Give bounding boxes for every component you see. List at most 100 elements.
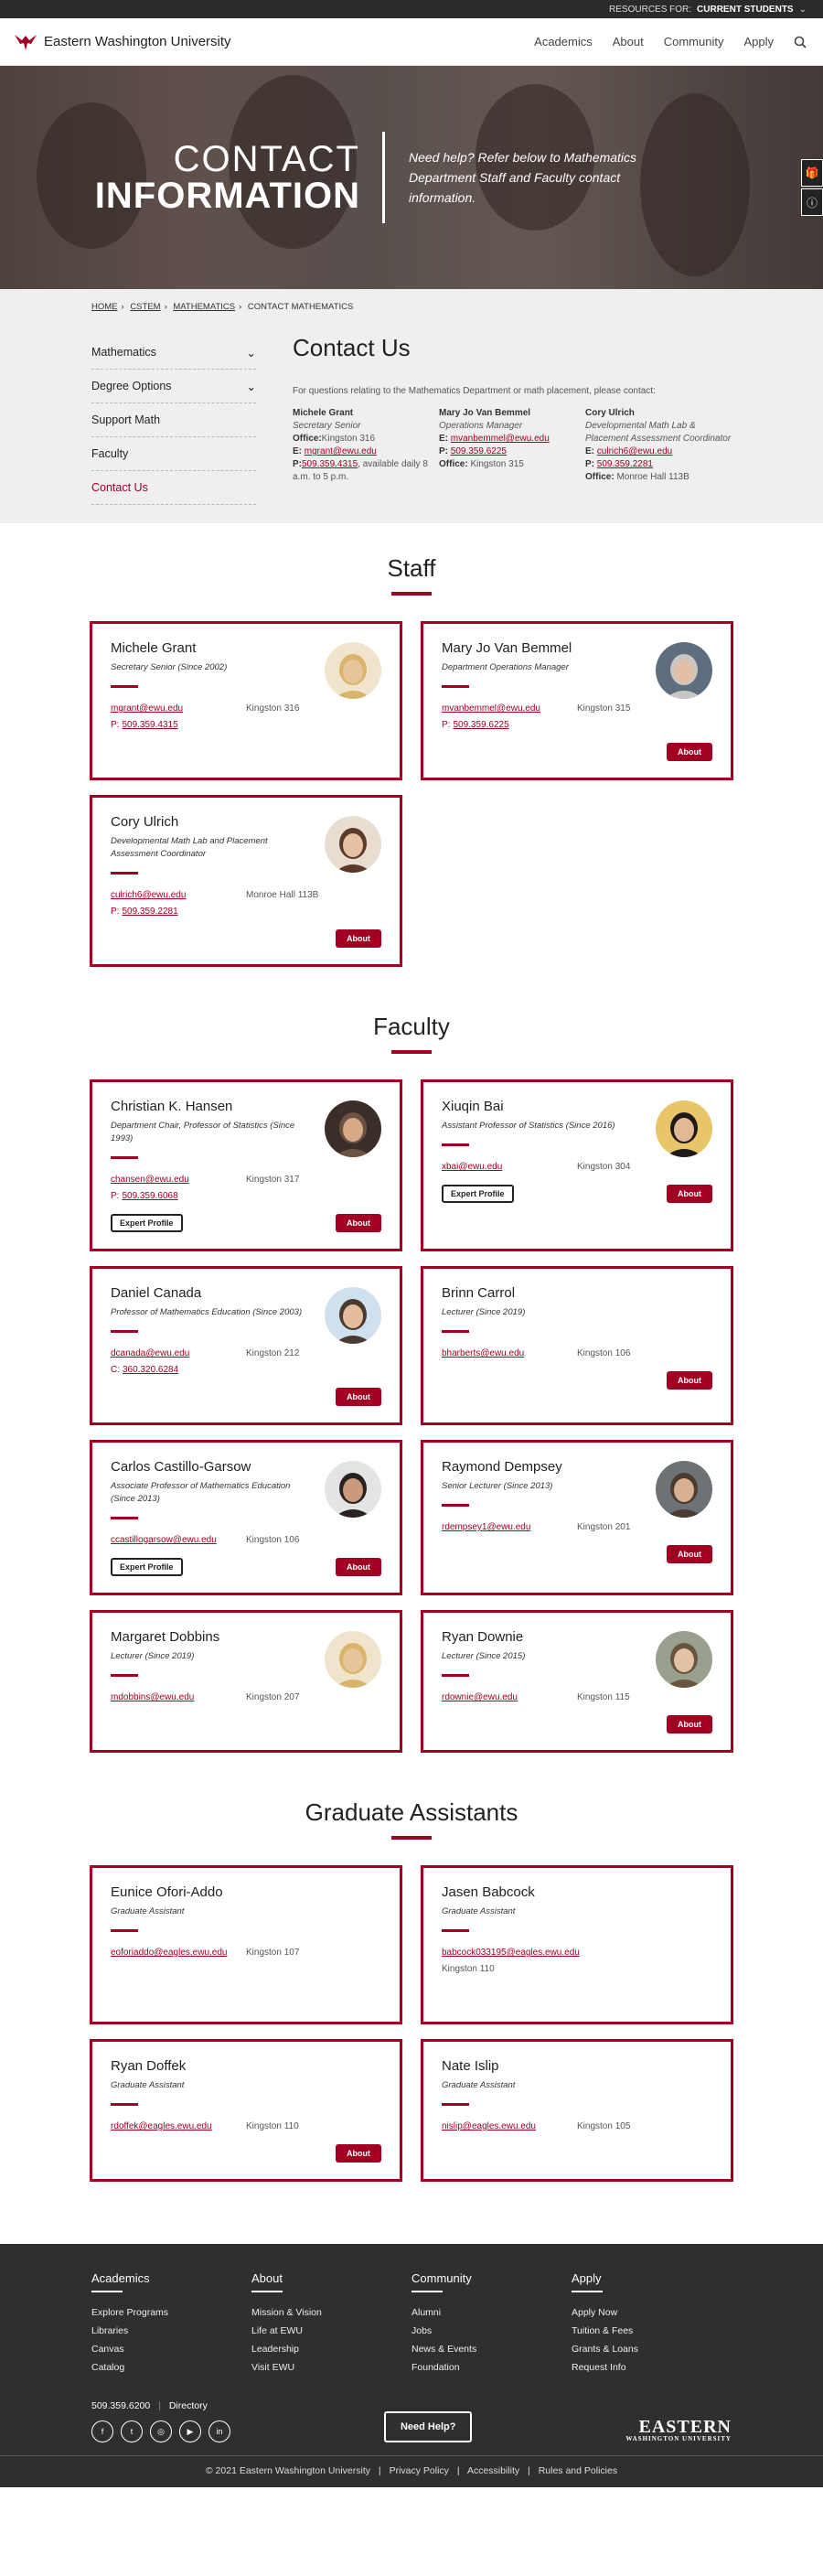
footer-link[interactable]: Grants & Loans bbox=[572, 2340, 732, 2358]
about-button[interactable]: About bbox=[667, 743, 712, 761]
email-link[interactable]: dcanada@ewu.edu bbox=[111, 1348, 189, 1358]
contact-phone[interactable]: 509.359.4315 bbox=[302, 459, 358, 469]
sidenav-faculty[interactable]: Faculty bbox=[91, 437, 256, 471]
phone-link[interactable]: 509.359.4315 bbox=[122, 717, 177, 734]
email-link[interactable]: nislip@eagles.ewu.edu bbox=[442, 2121, 536, 2131]
card-actions: Expert Profile About bbox=[111, 1214, 381, 1232]
nav-academics[interactable]: Academics bbox=[534, 35, 593, 48]
footer-col-heading[interactable]: Academics bbox=[91, 2271, 251, 2285]
about-button[interactable]: About bbox=[336, 1214, 381, 1232]
footer-phone[interactable]: 509.359.6200 bbox=[91, 2400, 150, 2411]
nav-community[interactable]: Community bbox=[664, 35, 724, 48]
chevron-down-icon[interactable]: ⌄ bbox=[247, 380, 256, 393]
footer-link[interactable]: Life at EWU bbox=[251, 2322, 412, 2340]
footer-link[interactable]: Request Info bbox=[572, 2358, 732, 2377]
contact-email[interactable]: culrich6@ewu.edu bbox=[597, 446, 672, 456]
youtube-icon[interactable]: ▶ bbox=[179, 2420, 201, 2442]
chevron-down-icon[interactable]: ⌄ bbox=[247, 346, 256, 360]
about-button[interactable]: About bbox=[336, 2144, 381, 2163]
twitter-icon[interactable]: t bbox=[121, 2420, 143, 2442]
gift-icon[interactable]: 🎁 bbox=[801, 159, 823, 187]
email-link[interactable]: eoforiaddo@eagles.ewu.edu bbox=[111, 1948, 227, 1958]
sidenav-mathematics[interactable]: Mathematics ⌄ bbox=[91, 336, 256, 370]
person-card: Daniel Canada Professor of Mathematics Ed… bbox=[90, 1266, 402, 1425]
email-link[interactable]: bharberts@ewu.edu bbox=[442, 1348, 524, 1358]
about-button[interactable]: About bbox=[336, 929, 381, 948]
contact-phone[interactable]: 509.359.6225 bbox=[451, 446, 507, 456]
contact-email[interactable]: mvanbemmel@ewu.edu bbox=[451, 434, 550, 444]
footer-col-heading[interactable]: Community bbox=[412, 2271, 572, 2285]
nav-about[interactable]: About bbox=[613, 35, 644, 48]
chevron-down-icon[interactable]: ⌄ bbox=[799, 5, 807, 15]
email-link[interactable]: mvanbemmel@ewu.edu bbox=[442, 703, 540, 714]
email-link[interactable]: chansen@ewu.edu bbox=[111, 1175, 189, 1185]
footer-link[interactable]: Leadership bbox=[251, 2340, 412, 2358]
footer-directory[interactable]: Directory bbox=[169, 2400, 208, 2411]
sidenav-degree-options[interactable]: Degree Options ⌄ bbox=[91, 370, 256, 403]
person-title: Developmental Math Lab and Placement Ass… bbox=[111, 836, 268, 859]
footer-link[interactable]: Libraries bbox=[91, 2322, 251, 2340]
linkedin-icon[interactable]: in bbox=[208, 2420, 230, 2442]
expert-profile-button[interactable]: Expert Profile bbox=[111, 1558, 183, 1576]
search-icon[interactable] bbox=[794, 36, 807, 48]
phone-link[interactable]: 509.359.2281 bbox=[122, 904, 177, 920]
email-link[interactable]: mdobbins@ewu.edu bbox=[111, 1692, 194, 1702]
footer-link[interactable]: Explore Programs bbox=[91, 2303, 251, 2322]
about-button[interactable]: About bbox=[667, 1371, 712, 1390]
email-link[interactable]: babcock033195@eagles.ewu.edu bbox=[442, 1948, 580, 1958]
about-button[interactable]: About bbox=[336, 1558, 381, 1576]
about-button[interactable]: About bbox=[667, 1715, 712, 1733]
breadcrumb-mathematics[interactable]: MATHEMATICS bbox=[173, 302, 235, 312]
footer-link[interactable]: Jobs bbox=[412, 2322, 572, 2340]
contact-email[interactable]: mgrant@ewu.edu bbox=[305, 446, 377, 456]
footer-link[interactable]: Mission & Vision bbox=[251, 2303, 412, 2322]
phone-link[interactable]: 509.359.6225 bbox=[453, 717, 508, 734]
instagram-icon[interactable]: ◎ bbox=[150, 2420, 172, 2442]
sidenav-contact-us[interactable]: Contact Us bbox=[91, 471, 256, 505]
footer-link[interactable]: Alumni bbox=[412, 2303, 572, 2322]
office-label: Office: bbox=[293, 434, 322, 444]
footer-link[interactable]: Apply Now bbox=[572, 2303, 732, 2322]
sidenav-label: Mathematics bbox=[91, 346, 156, 359]
email-link[interactable]: ccastillogarsow@ewu.edu bbox=[111, 1535, 217, 1545]
email-link[interactable]: culrich6@ewu.edu bbox=[111, 890, 186, 900]
office-location: Kingston 106 bbox=[246, 1535, 300, 1545]
breadcrumb-cstem[interactable]: CSTEM bbox=[130, 302, 160, 312]
email-link[interactable]: rdoffek@eagles.ewu.edu bbox=[111, 2121, 212, 2131]
red-rule bbox=[111, 1674, 138, 1677]
rules-link[interactable]: Rules and Policies bbox=[539, 2465, 617, 2476]
nav-apply[interactable]: Apply bbox=[743, 35, 774, 48]
footer-link[interactable]: Catalog bbox=[91, 2358, 251, 2377]
contact-phone[interactable]: 509.359.2281 bbox=[597, 459, 653, 469]
footer-col-heading[interactable]: Apply bbox=[572, 2271, 732, 2285]
footer-logo[interactable]: EASTERN WASHINGTON UNIVERSITY bbox=[625, 2418, 732, 2442]
need-help-button[interactable]: Need Help? bbox=[383, 2411, 473, 2442]
footer-col-heading[interactable]: About bbox=[251, 2271, 412, 2285]
footer-link[interactable]: Tuition & Fees bbox=[572, 2322, 732, 2340]
email-link[interactable]: mgrant@ewu.edu bbox=[111, 703, 183, 714]
facebook-icon[interactable]: f bbox=[91, 2420, 113, 2442]
resources-select[interactable]: CURRENT STUDENTS bbox=[697, 5, 794, 15]
footer-link[interactable]: Visit EWU bbox=[251, 2358, 412, 2377]
about-button[interactable]: About bbox=[667, 1185, 712, 1203]
expert-profile-button[interactable]: Expert Profile bbox=[442, 1185, 514, 1203]
accessibility-link[interactable]: Accessibility bbox=[467, 2465, 519, 2476]
sidenav-support-math[interactable]: Support Math bbox=[91, 403, 256, 437]
about-button[interactable]: About bbox=[336, 1388, 381, 1406]
info-icon[interactable]: ⓘ bbox=[801, 188, 823, 216]
privacy-link[interactable]: Privacy Policy bbox=[390, 2465, 449, 2476]
footer-link[interactable]: Foundation bbox=[412, 2358, 572, 2377]
about-button[interactable]: About bbox=[667, 1545, 712, 1563]
expert-profile-button[interactable]: Expert Profile bbox=[111, 1214, 183, 1232]
site-logo[interactable]: Eastern Washington University bbox=[13, 32, 231, 52]
footer-link[interactable]: News & Events bbox=[412, 2340, 572, 2358]
breadcrumb-home[interactable]: HOME bbox=[91, 302, 118, 312]
email-link[interactable]: rdownie@ewu.edu bbox=[442, 1692, 518, 1702]
phone-link[interactable]: 509.359.6068 bbox=[122, 1188, 177, 1205]
contact-person: Mary Jo Van Bemmel Operations Manager E:… bbox=[439, 407, 585, 484]
email-link[interactable]: rdempsey1@ewu.edu bbox=[442, 1522, 530, 1532]
email-link[interactable]: xbai@ewu.edu bbox=[442, 1162, 502, 1172]
footer-link[interactable]: Canvas bbox=[91, 2340, 251, 2358]
divider: | bbox=[528, 2465, 530, 2476]
phone-link[interactable]: 360.320.6284 bbox=[123, 1362, 178, 1379]
